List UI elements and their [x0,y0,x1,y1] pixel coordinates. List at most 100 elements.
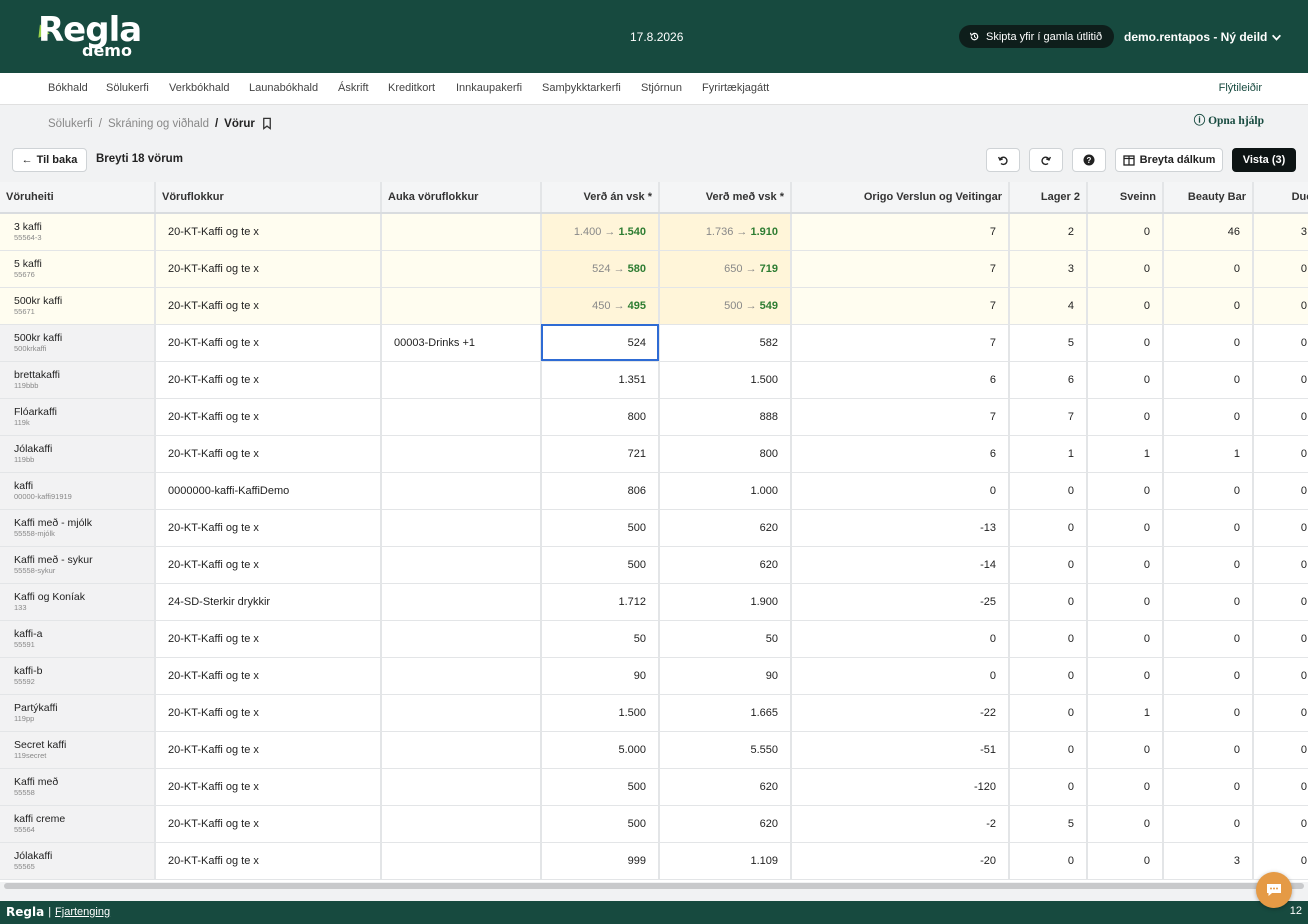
beauty-bar-stock-cell[interactable]: 0 [1163,694,1254,732]
lager2-stock-cell[interactable]: 0 [1009,509,1088,547]
extra-category-cell[interactable] [381,213,542,251]
duo-stock-cell[interactable]: 0 [1253,398,1308,436]
category-cell[interactable]: 24-SD-Sterkir drykkir [155,583,382,621]
old-ui-button[interactable]: Skipta yfir í gamla útlitið [959,25,1115,48]
price-excl-vat-cell[interactable]: 524 → 580 [541,250,660,288]
nav-item-fyrirtaekjagatt[interactable]: Fyrirtækjagátt [702,82,769,94]
price-incl-vat-cell[interactable]: 582 [659,324,792,362]
origo-stock-cell[interactable]: 6 [791,361,1010,399]
redo-button[interactable] [1029,148,1063,172]
price-excl-vat-cell[interactable]: 999 [541,842,660,880]
extra-category-cell[interactable] [381,805,542,843]
category-cell[interactable]: 20-KT-Kaffi og te x [155,546,382,584]
origo-stock-cell[interactable]: 7 [791,213,1010,251]
duo-stock-cell[interactable]: 0 [1253,546,1308,584]
category-cell[interactable]: 20-KT-Kaffi og te x [155,287,382,325]
save-button[interactable]: Vista (3) [1232,148,1296,172]
help-button[interactable]: ? [1072,148,1106,172]
sveinn-stock-cell[interactable]: 0 [1087,213,1164,251]
nav-item-samthykktarkerfi[interactable]: Samþykktarkerfi [542,82,621,94]
price-incl-vat-cell[interactable]: 1.000 [659,472,792,510]
origo-stock-cell[interactable]: -13 [791,509,1010,547]
duo-stock-cell[interactable]: 0 [1253,805,1308,843]
column-header[interactable]: Lager 2 [1009,182,1088,214]
duo-stock-cell[interactable]: 0 [1253,768,1308,806]
origo-stock-cell[interactable]: 6 [791,435,1010,473]
price-excl-vat-cell[interactable]: 500 [541,768,660,806]
breadcrumb-solukerfi[interactable]: Sölukerfi [48,118,93,130]
chat-button[interactable] [1256,872,1292,908]
price-incl-vat-cell[interactable]: 800 [659,435,792,473]
beauty-bar-stock-cell[interactable]: 0 [1163,472,1254,510]
lager2-stock-cell[interactable]: 0 [1009,620,1088,658]
lager2-stock-cell[interactable]: 4 [1009,287,1088,325]
nav-item-askrift[interactable]: Áskrift [338,82,369,94]
origo-stock-cell[interactable]: -2 [791,805,1010,843]
duo-stock-cell[interactable]: 0 [1253,287,1308,325]
duo-stock-cell[interactable]: 0 [1253,361,1308,399]
origo-stock-cell[interactable]: 7 [791,398,1010,436]
column-header[interactable]: Origo Verslun og Veitingar [791,182,1010,214]
price-excl-vat-cell[interactable]: 1.400 → 1.540 [541,213,660,251]
duo-stock-cell[interactable]: 0 [1253,472,1308,510]
nav-item-stjornun[interactable]: Stjórnun [641,82,682,94]
extra-category-cell[interactable] [381,620,542,658]
column-header[interactable]: Duo [1253,182,1308,214]
sveinn-stock-cell[interactable]: 0 [1087,472,1164,510]
price-incl-vat-cell[interactable]: 50 [659,620,792,658]
duo-stock-cell[interactable]: 0 [1253,509,1308,547]
category-cell[interactable]: 0000000-kaffi-KaffiDemo [155,472,382,510]
duo-stock-cell[interactable]: 0 [1253,435,1308,473]
category-cell[interactable]: 20-KT-Kaffi og te x [155,435,382,473]
lager2-stock-cell[interactable]: 3 [1009,250,1088,288]
sveinn-stock-cell[interactable]: 0 [1087,398,1164,436]
price-incl-vat-cell[interactable]: 888 [659,398,792,436]
nav-item-bokhald[interactable]: Bókhald [48,82,88,94]
nav-item-launabokhald[interactable]: Launabókhald [249,82,318,94]
column-header[interactable]: Vöruheiti [0,182,156,214]
category-cell[interactable]: 20-KT-Kaffi og te x [155,731,382,769]
price-excl-vat-cell[interactable]: 5.000 [541,731,660,769]
price-excl-vat-cell-selected[interactable]: 524 [541,324,660,362]
category-cell[interactable]: 20-KT-Kaffi og te x [155,361,382,399]
extra-category-cell[interactable] [381,472,542,510]
duo-stock-cell[interactable]: 0 [1253,583,1308,621]
lager2-stock-cell[interactable]: 0 [1009,694,1088,732]
price-excl-vat-cell[interactable]: 1.712 [541,583,660,621]
regla-logo[interactable]: Regla demo [34,10,142,62]
price-incl-vat-cell[interactable]: 1.736 → 1.910 [659,213,792,251]
price-excl-vat-cell[interactable]: 1.351 [541,361,660,399]
beauty-bar-stock-cell[interactable]: 46 [1163,213,1254,251]
price-incl-vat-cell[interactable]: 620 [659,546,792,584]
price-incl-vat-cell[interactable]: 1.500 [659,361,792,399]
extra-category-cell[interactable] [381,842,542,880]
lager2-stock-cell[interactable]: 7 [1009,398,1088,436]
beauty-bar-stock-cell[interactable]: 1 [1163,435,1254,473]
origo-stock-cell[interactable]: -25 [791,583,1010,621]
shortcuts-link[interactable]: Flýtileiðir [1219,82,1262,94]
extra-category-cell[interactable] [381,361,542,399]
column-header[interactable]: Sveinn [1087,182,1164,214]
origo-stock-cell[interactable]: 0 [791,472,1010,510]
beauty-bar-stock-cell[interactable]: 0 [1163,250,1254,288]
sveinn-stock-cell[interactable]: 0 [1087,657,1164,695]
extra-category-cell[interactable] [381,509,542,547]
origo-stock-cell[interactable]: 7 [791,324,1010,362]
sveinn-stock-cell[interactable]: 0 [1087,509,1164,547]
duo-stock-cell[interactable]: 0 [1253,324,1308,362]
duo-stock-cell[interactable]: 0 [1253,657,1308,695]
lager2-stock-cell[interactable]: 0 [1009,546,1088,584]
lager2-stock-cell[interactable]: 0 [1009,731,1088,769]
duo-stock-cell[interactable]: 0 [1253,620,1308,658]
price-incl-vat-cell[interactable]: 1.900 [659,583,792,621]
price-excl-vat-cell[interactable]: 721 [541,435,660,473]
price-incl-vat-cell[interactable]: 620 [659,805,792,843]
origo-stock-cell[interactable]: -51 [791,731,1010,769]
nav-item-verkbokhald[interactable]: Verkbókhald [169,82,230,94]
category-cell[interactable]: 20-KT-Kaffi og te x [155,657,382,695]
sveinn-stock-cell[interactable]: 0 [1087,620,1164,658]
back-button[interactable]: ← Til baka [12,148,87,172]
category-cell[interactable]: 20-KT-Kaffi og te x [155,805,382,843]
category-cell[interactable]: 20-KT-Kaffi og te x [155,509,382,547]
beauty-bar-stock-cell[interactable]: 0 [1163,287,1254,325]
